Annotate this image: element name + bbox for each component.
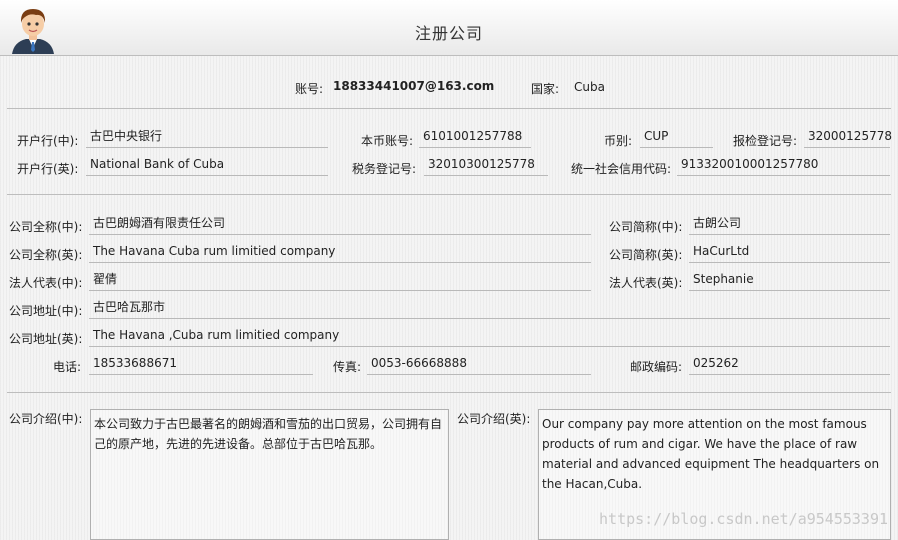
tax-field[interactable]: 32010300125778 xyxy=(424,154,548,176)
divider xyxy=(7,392,891,393)
window-title: 注册公司 xyxy=(414,24,483,43)
credit-code-field[interactable]: 913320010001257780 xyxy=(677,154,890,176)
fullname-en-field[interactable]: The Havana Cuba rum limitied company xyxy=(89,241,591,263)
address-cn-label: 公司地址(中): xyxy=(9,304,83,318)
zip-field[interactable]: 025262 xyxy=(689,353,890,375)
divider xyxy=(7,108,891,109)
inspection-field[interactable]: 32000125778 xyxy=(804,126,892,148)
rep-en-label: 法人代表(英): xyxy=(609,276,683,290)
title-bar: 注册公司 xyxy=(0,0,898,56)
shortname-cn-label: 公司简称(中): xyxy=(609,220,683,234)
phone-label: 电话: xyxy=(53,360,82,374)
address-en-label: 公司地址(英): xyxy=(9,332,83,346)
rep-cn-label: 法人代表(中): xyxy=(9,276,83,290)
fullname-cn-label: 公司全称(中): xyxy=(9,220,83,234)
divider xyxy=(7,194,891,195)
zip-label: 邮政编码: xyxy=(630,360,683,374)
currency-field[interactable]: CUP xyxy=(640,126,713,148)
fullname-cn-field[interactable]: 古巴朗姆酒有限责任公司 xyxy=(89,213,591,235)
tax-label: 税务登记号: xyxy=(352,162,417,176)
rep-en-field[interactable]: Stephanie xyxy=(689,269,890,291)
fax-label: 传真: xyxy=(333,360,362,374)
shortname-en-label: 公司简称(英): xyxy=(609,248,683,262)
rep-cn-field[interactable]: 翟倩 xyxy=(89,269,591,291)
shortname-en-field[interactable]: HaCurLtd xyxy=(689,241,890,263)
address-cn-field[interactable]: 古巴哈瓦那市 xyxy=(89,297,890,319)
local-account-field[interactable]: 6101001257788 xyxy=(419,126,531,148)
account-label: 账号: xyxy=(295,82,324,96)
bank-cn-field[interactable]: 古巴中央银行 xyxy=(86,126,328,148)
credit-code-label: 统一社会信用代码: xyxy=(571,162,672,176)
currency-label: 币别: xyxy=(604,134,633,148)
shortname-cn-field[interactable]: 古朗公司 xyxy=(689,213,890,235)
phone-field[interactable]: 18533688671 xyxy=(89,353,313,375)
country-value: Cuba xyxy=(574,80,605,94)
intro-en-label: 公司介绍(英): xyxy=(457,412,531,426)
intro-cn-textarea[interactable]: 本公司致力于古巴最著名的朗姆酒和雪茄的出口贸易，公司拥有自己的原产地，先进的先进… xyxy=(90,409,449,540)
inspection-label: 报检登记号: xyxy=(733,134,798,148)
watermark: https://blog.csdn.net/a954553391 xyxy=(599,510,888,528)
bank-en-label: 开户行(英): xyxy=(17,162,79,176)
address-en-field[interactable]: The Havana ,Cuba rum limitied company xyxy=(89,325,890,347)
intro-cn-label: 公司介绍(中): xyxy=(9,412,83,426)
country-label: 国家: xyxy=(531,82,560,96)
bank-en-field[interactable]: National Bank of Cuba xyxy=(86,154,328,176)
fullname-en-label: 公司全称(英): xyxy=(9,248,83,262)
bank-cn-label: 开户行(中): xyxy=(17,134,79,148)
account-value: 18833441007@163.com xyxy=(333,79,495,93)
local-account-label: 本币账号: xyxy=(361,134,414,148)
fax-field[interactable]: 0053-66668888 xyxy=(367,353,591,375)
